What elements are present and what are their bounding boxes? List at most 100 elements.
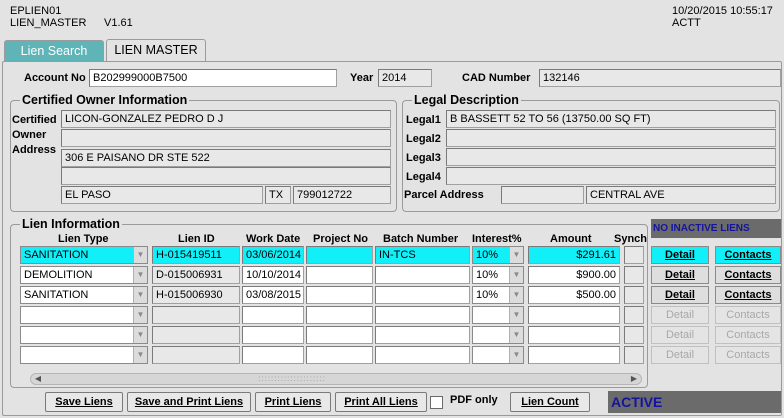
interest-select[interactable]: ▼: [472, 326, 524, 344]
interest-select[interactable]: ▼: [472, 306, 524, 324]
batch-number-field[interactable]: [375, 286, 470, 304]
project-no-field[interactable]: [306, 266, 373, 284]
work-date-field[interactable]: 03/06/2014: [242, 246, 304, 264]
detail-button[interactable]: Detail: [651, 306, 709, 324]
chevron-down-icon[interactable]: ▼: [509, 347, 523, 363]
synch-field[interactable]: [624, 246, 644, 264]
contacts-button[interactable]: Contacts: [715, 326, 781, 344]
chevron-down-icon[interactable]: ▼: [133, 267, 147, 283]
save-liens-button[interactable]: Save Liens: [45, 392, 123, 412]
lien-type-select[interactable]: ▼: [20, 326, 148, 344]
synch-field[interactable]: [624, 346, 644, 364]
lien-type-select[interactable]: ▼: [20, 306, 148, 324]
chevron-down-icon[interactable]: ▼: [133, 307, 147, 323]
batch-number-field[interactable]: [375, 326, 470, 344]
lien-scrollbar[interactable]: ◀ ::::::::::::::::::::: ▶: [30, 373, 642, 385]
version: V1.61: [104, 17, 133, 29]
parcel-street-field: CENTRAL AVE: [586, 186, 776, 204]
interest-select[interactable]: 10% ▼: [472, 246, 524, 264]
save-and-print-liens-button[interactable]: Save and Print Liens: [127, 392, 251, 412]
chevron-down-icon[interactable]: ▼: [133, 327, 147, 343]
form-name: LIEN_MASTER: [10, 17, 87, 29]
lien-id-field[interactable]: [152, 306, 240, 324]
col-lien-id: Lien ID: [178, 233, 215, 245]
contacts-button[interactable]: Contacts: [715, 266, 781, 284]
chevron-down-icon[interactable]: ▼: [133, 287, 147, 303]
amount-field[interactable]: $900.00: [528, 266, 620, 284]
batch-number-field[interactable]: [375, 266, 470, 284]
interest-select[interactable]: 10% ▼: [472, 266, 524, 284]
lien-id-field[interactable]: [152, 346, 240, 364]
work-date-field[interactable]: [242, 346, 304, 364]
lien-id-field[interactable]: D-015006931: [152, 266, 240, 284]
year-label: Year: [350, 72, 374, 84]
print-all-liens-button[interactable]: Print All Liens: [335, 392, 427, 412]
address-label: Address: [12, 144, 57, 156]
lien-type-select[interactable]: ▼: [20, 346, 148, 364]
work-date-field[interactable]: 10/10/2014: [242, 266, 304, 284]
scroll-right-icon[interactable]: ▶: [628, 374, 640, 384]
tab-lien-search[interactable]: Lien Search: [4, 40, 104, 62]
lien-type-select[interactable]: DEMOLITION ▼: [20, 266, 148, 284]
batch-number-field[interactable]: [375, 346, 470, 364]
detail-button[interactable]: Detail: [651, 346, 709, 364]
batch-number-field[interactable]: [375, 306, 470, 324]
lien-id-field[interactable]: [152, 326, 240, 344]
contacts-button[interactable]: Contacts: [715, 346, 781, 364]
parcel-number-field: [501, 186, 584, 204]
lien-count-button[interactable]: Lien Count: [510, 392, 590, 412]
work-date-field[interactable]: [242, 306, 304, 324]
owner-name-field: LICON-GONZALEZ PEDRO D J: [61, 110, 391, 128]
detail-button[interactable]: Detail: [651, 326, 709, 344]
work-date-field[interactable]: [242, 326, 304, 344]
lien-id-field[interactable]: H-015419511: [152, 246, 240, 264]
chevron-down-icon[interactable]: ▼: [509, 327, 523, 343]
interest-select[interactable]: ▼: [472, 346, 524, 364]
contacts-button[interactable]: Contacts: [715, 306, 781, 324]
interest-select[interactable]: 10% ▼: [472, 286, 524, 304]
lien-type-select[interactable]: SANITATION ▼: [20, 246, 148, 264]
detail-button[interactable]: Detail: [651, 286, 709, 304]
chevron-down-icon[interactable]: ▼: [509, 247, 523, 263]
contacts-button[interactable]: Contacts: [715, 246, 781, 264]
amount-field[interactable]: [528, 346, 620, 364]
scroll-left-icon[interactable]: ◀: [32, 374, 44, 384]
amount-field[interactable]: [528, 326, 620, 344]
synch-field[interactable]: [624, 326, 644, 344]
contacts-button[interactable]: Contacts: [715, 286, 781, 304]
project-no-field[interactable]: [306, 286, 373, 304]
synch-field[interactable]: [624, 306, 644, 324]
pdf-only-checkbox[interactable]: [430, 396, 443, 409]
detail-button[interactable]: Detail: [651, 246, 709, 264]
print-liens-button[interactable]: Print Liens: [255, 392, 331, 412]
col-interest: Interest%: [472, 233, 522, 245]
chevron-down-icon[interactable]: ▼: [509, 307, 523, 323]
interest-select-value: 10%: [476, 249, 499, 261]
synch-field[interactable]: [624, 266, 644, 284]
lien-id-field[interactable]: H-015006930: [152, 286, 240, 304]
chevron-down-icon[interactable]: ▼: [509, 287, 523, 303]
parcel-address-label: Parcel Address: [404, 189, 484, 201]
inactive-liens-panel: NO INACTIVE LIENS: [651, 219, 781, 238]
amount-field[interactable]: $500.00: [528, 286, 620, 304]
amount-field[interactable]: $291.61: [528, 246, 620, 264]
project-no-field[interactable]: [306, 306, 373, 324]
synch-field[interactable]: [624, 286, 644, 304]
batch-number-field[interactable]: IN-TCS: [375, 246, 470, 264]
lien-type-select[interactable]: SANITATION ▼: [20, 286, 148, 304]
account-no-input[interactable]: B202999000B7500: [89, 69, 337, 87]
chevron-down-icon[interactable]: ▼: [133, 347, 147, 363]
work-date-field[interactable]: 03/08/2015: [242, 286, 304, 304]
chevron-down-icon[interactable]: ▼: [509, 267, 523, 283]
detail-button[interactable]: Detail: [651, 266, 709, 284]
chevron-down-icon[interactable]: ▼: [133, 247, 147, 263]
account-no-label: Account No: [24, 72, 86, 84]
tab-lien-master[interactable]: LIEN MASTER: [106, 39, 206, 62]
project-no-field[interactable]: [306, 326, 373, 344]
cad-number-field: 132146: [539, 69, 781, 87]
lien-type-select-value: DEMOLITION: [24, 269, 93, 281]
col-synch: Synch: [614, 233, 648, 245]
project-no-field[interactable]: [306, 246, 373, 264]
project-no-field[interactable]: [306, 346, 373, 364]
amount-field[interactable]: [528, 306, 620, 324]
